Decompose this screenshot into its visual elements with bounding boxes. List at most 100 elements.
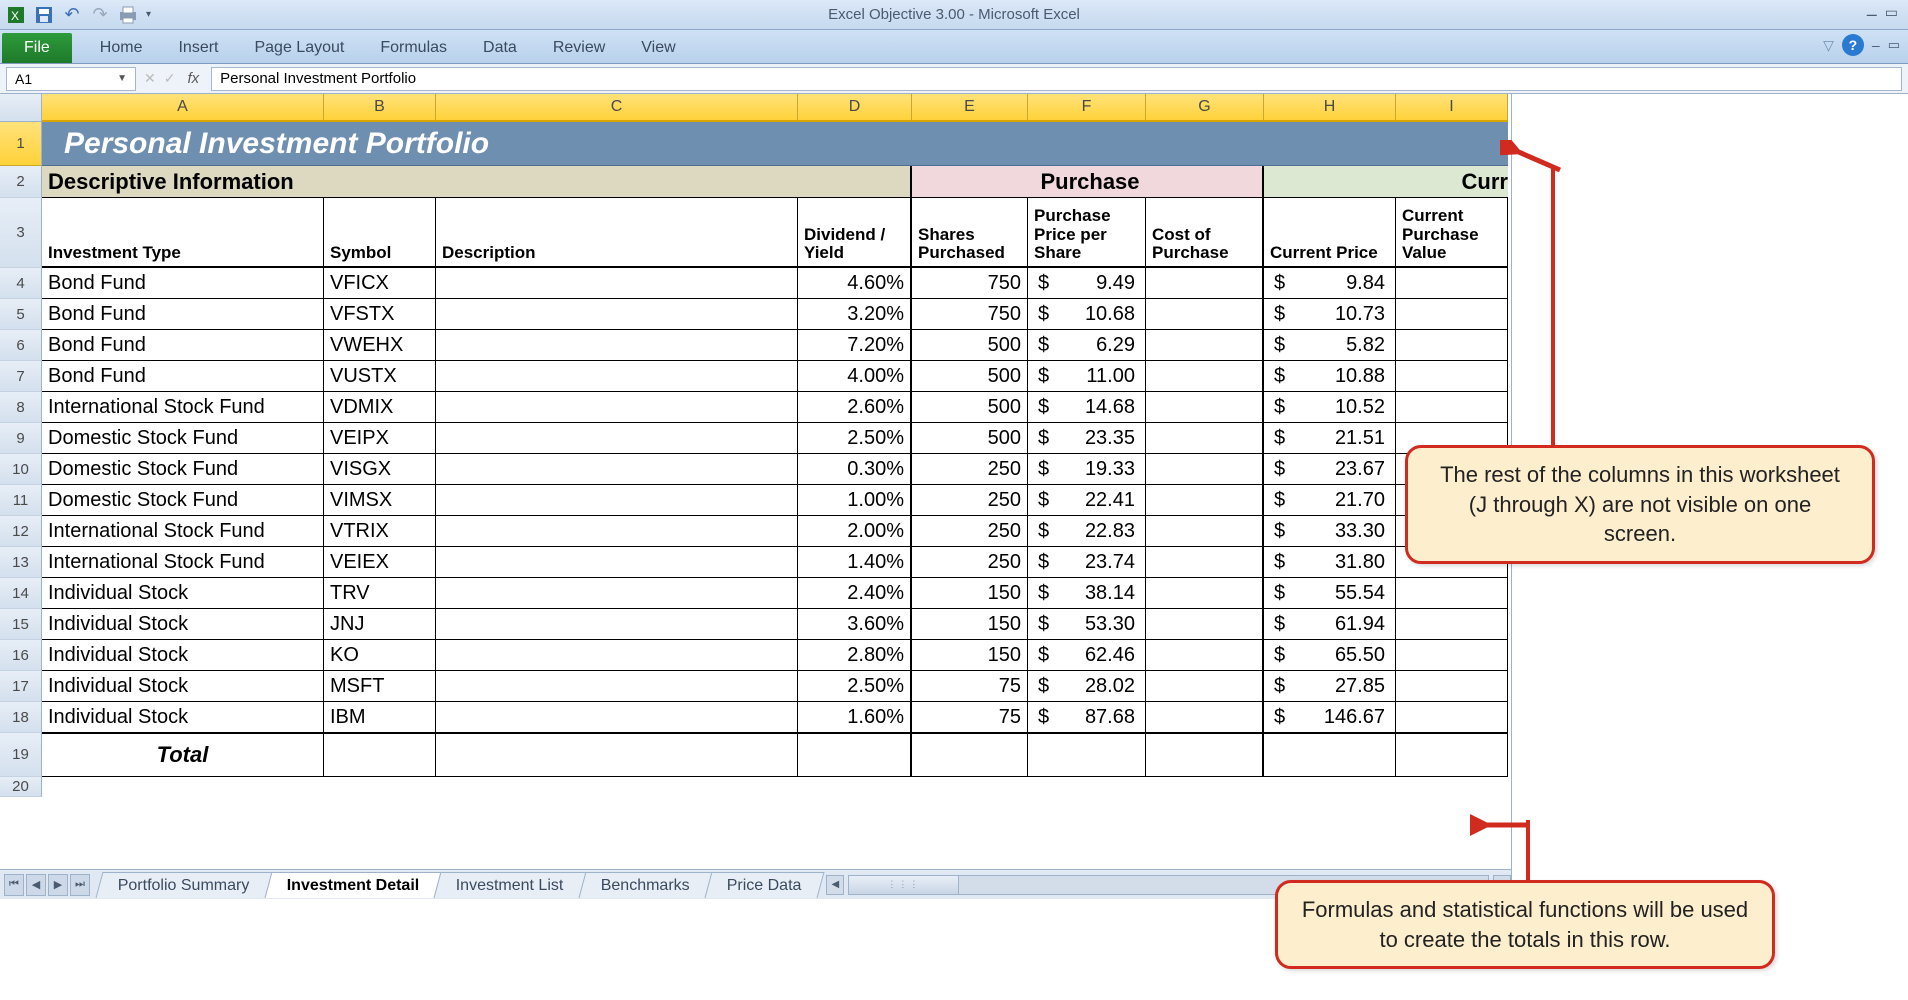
enter-formula-icon[interactable]: ✓	[164, 70, 176, 87]
cell-shares[interactable]: 250	[912, 485, 1028, 516]
cell-investment-type[interactable]: Individual Stock	[42, 702, 324, 733]
cell-symbol[interactable]: IBM	[324, 702, 436, 733]
cell-cost-of-purchase[interactable]	[1146, 547, 1264, 578]
cell-investment-type[interactable]: Bond Fund	[42, 299, 324, 330]
row-header-19[interactable]: 19	[0, 733, 42, 777]
cell-current-price[interactable]: $10.88	[1264, 361, 1396, 392]
cell-purchase-price[interactable]: $38.14	[1028, 578, 1146, 609]
cell-current-price[interactable]: $65.50	[1264, 640, 1396, 671]
cell-description[interactable]	[436, 485, 798, 516]
cell-purchase-price[interactable]: $23.35	[1028, 423, 1146, 454]
cell-investment-type[interactable]: International Stock Fund	[42, 547, 324, 578]
section-purchase[interactable]: Purchase	[912, 166, 1264, 198]
cell-symbol[interactable]: VIMSX	[324, 485, 436, 516]
cell-description[interactable]	[436, 578, 798, 609]
cell-investment-type[interactable]: International Stock Fund	[42, 392, 324, 423]
cell-dividend[interactable]: 2.00%	[798, 516, 912, 547]
cell-symbol[interactable]: VFSTX	[324, 299, 436, 330]
cell-description[interactable]	[436, 516, 798, 547]
row-header-1[interactable]: 1	[0, 122, 42, 166]
fx-icon[interactable]: fx	[183, 70, 203, 87]
cell-dividend[interactable]: 4.00%	[798, 361, 912, 392]
cell-cost-of-purchase[interactable]	[1146, 330, 1264, 361]
ribbon-tab-page-layout[interactable]: Page Layout	[236, 33, 362, 63]
cell-purchase-price[interactable]: $23.74	[1028, 547, 1146, 578]
cell-dividend[interactable]: 1.40%	[798, 547, 912, 578]
cell-symbol[interactable]: TRV	[324, 578, 436, 609]
row-header-15[interactable]: 15	[0, 609, 42, 640]
cell-dividend[interactable]: 2.50%	[798, 671, 912, 702]
cell-dividend[interactable]: 0.30%	[798, 454, 912, 485]
cell-symbol[interactable]: VISGX	[324, 454, 436, 485]
cancel-formula-icon[interactable]: ✕	[144, 70, 156, 87]
col-header-G[interactable]: G	[1146, 94, 1264, 122]
cell-description[interactable]	[436, 547, 798, 578]
col-header-D[interactable]: D	[798, 94, 912, 122]
cell-dividend[interactable]: 2.40%	[798, 578, 912, 609]
cell-description[interactable]	[436, 330, 798, 361]
sheet-tab-investment-list[interactable]: Investment List	[434, 872, 587, 898]
cell-current-price[interactable]: $23.67	[1264, 454, 1396, 485]
sheet-nav-prev-icon[interactable]: ◀	[26, 874, 46, 896]
ribbon-tab-formulas[interactable]: Formulas	[362, 33, 465, 63]
sheet-tab-price-data[interactable]: Price Data	[704, 872, 824, 898]
cell-description[interactable]	[436, 640, 798, 671]
cell-investment-type[interactable]: Individual Stock	[42, 578, 324, 609]
cell-description[interactable]	[436, 392, 798, 423]
cell-current-purchase-value[interactable]	[1396, 392, 1508, 423]
cell-symbol[interactable]: VFICX	[324, 268, 436, 299]
row-header-16[interactable]: 16	[0, 640, 42, 671]
cell-current-purchase-value[interactable]	[1396, 578, 1508, 609]
cell-current-price[interactable]: $27.85	[1264, 671, 1396, 702]
row-header-11[interactable]: 11	[0, 485, 42, 516]
cell-dividend[interactable]: 1.00%	[798, 485, 912, 516]
cell-investment-type[interactable]: Bond Fund	[42, 361, 324, 392]
cell-investment-type[interactable]: Individual Stock	[42, 609, 324, 640]
hscroll-thumb[interactable]: ⋮⋮⋮	[849, 876, 959, 894]
cell-investment-type[interactable]: Individual Stock	[42, 640, 324, 671]
cell-cost-of-purchase[interactable]	[1146, 299, 1264, 330]
row-header-20[interactable]: 20	[0, 777, 42, 797]
ribbon-tab-insert[interactable]: Insert	[160, 33, 236, 63]
cell-current-price[interactable]: $21.51	[1264, 423, 1396, 454]
row-header-4[interactable]: 4	[0, 268, 42, 299]
cell-cost-of-purchase[interactable]	[1146, 516, 1264, 547]
cell-current-purchase-value[interactable]	[1396, 268, 1508, 299]
cell-shares[interactable]: 75	[912, 702, 1028, 733]
cell-current-price[interactable]: $146.67	[1264, 702, 1396, 733]
undo-icon[interactable]: ↶	[62, 5, 82, 25]
cell-cost-of-purchase[interactable]	[1146, 671, 1264, 702]
row-header-10[interactable]: 10	[0, 454, 42, 485]
cell-symbol[interactable]: KO	[324, 640, 436, 671]
row-header-5[interactable]: 5	[0, 299, 42, 330]
total-label[interactable]: Total	[42, 733, 324, 777]
cell-investment-type[interactable]: Individual Stock	[42, 671, 324, 702]
qat-dropdown-icon[interactable]: ▾	[146, 9, 151, 20]
cell-purchase-price[interactable]: $14.68	[1028, 392, 1146, 423]
cell-investment-type[interactable]: Bond Fund	[42, 330, 324, 361]
ribbon-minimize-icon[interactable]: –	[1872, 37, 1880, 53]
title-banner[interactable]: Personal Investment Portfolio	[42, 122, 1508, 166]
ribbon-restore-icon[interactable]: ▭	[1888, 37, 1900, 53]
cell-purchase-price[interactable]: $6.29	[1028, 330, 1146, 361]
ribbon-tab-review[interactable]: Review	[535, 33, 623, 63]
cell-current-purchase-value[interactable]	[1396, 671, 1508, 702]
cell-current-purchase-value[interactable]	[1396, 361, 1508, 392]
formula-input[interactable]: Personal Investment Portfolio	[211, 67, 1902, 91]
hdr-dividend-yield[interactable]: Dividend / Yield	[798, 198, 912, 268]
cell-current-price[interactable]: $33.30	[1264, 516, 1396, 547]
section-descriptive[interactable]: Descriptive Information	[42, 166, 912, 198]
restore-icon[interactable]: ▭	[1885, 4, 1898, 25]
name-box[interactable]: A1 ▼	[6, 67, 136, 91]
cell-shares[interactable]: 75	[912, 671, 1028, 702]
cell-symbol[interactable]: VEIPX	[324, 423, 436, 454]
sheet-tab-benchmarks[interactable]: Benchmarks	[578, 872, 712, 898]
cell-shares[interactable]: 750	[912, 268, 1028, 299]
col-header-I[interactable]: I	[1396, 94, 1508, 122]
col-header-F[interactable]: F	[1028, 94, 1146, 122]
cell-purchase-price[interactable]: $11.00	[1028, 361, 1146, 392]
hdr-investment-type[interactable]: Investment Type	[42, 198, 324, 268]
row-header-2[interactable]: 2	[0, 166, 42, 198]
cell-description[interactable]	[436, 609, 798, 640]
cell-current-price[interactable]: $10.73	[1264, 299, 1396, 330]
